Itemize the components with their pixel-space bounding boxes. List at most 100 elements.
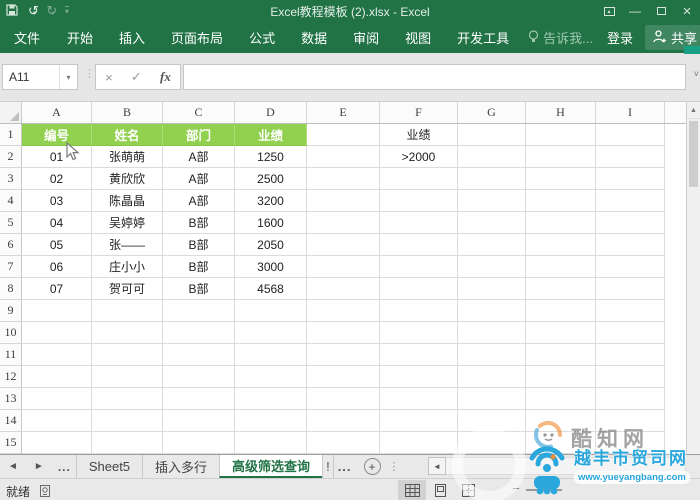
cell-D12[interactable] [235,366,307,388]
cell-E5[interactable] [307,212,380,234]
cell-G11[interactable] [458,344,526,366]
formula-bar-expand-icon[interactable]: ˅ [694,69,699,79]
tab-page-layout[interactable]: 页面布局 [158,23,236,52]
cell-D10[interactable] [235,322,307,344]
cell-A8[interactable]: 07 [22,278,92,300]
cell-B13[interactable] [92,388,163,410]
cell-I12[interactable] [596,366,665,388]
cell-H1[interactable] [526,124,596,146]
cell-H10[interactable] [526,322,596,344]
page-layout-view-icon[interactable] [426,480,454,500]
cell-B9[interactable] [92,300,163,322]
cell-E2[interactable] [307,146,380,168]
close-button[interactable]: × [674,0,700,22]
tab-data[interactable]: 数据 [288,23,340,52]
cell-A14[interactable] [22,410,92,432]
zoom-slider[interactable] [526,489,562,491]
cell-A7[interactable]: 06 [22,256,92,278]
cell-A4[interactable]: 03 [22,190,92,212]
cell-E11[interactable] [307,344,380,366]
tab-formulas[interactable]: 公式 [236,23,288,52]
sheet-tab-insert-rows[interactable]: 插入多行 [142,455,221,478]
cell-H11[interactable] [526,344,596,366]
sheet-list-more[interactable]: ... [52,455,77,478]
cell-F15[interactable] [380,432,458,454]
row-header-11[interactable]: 11 [0,344,22,366]
sign-in-button[interactable]: 登录 [607,28,633,47]
cell-A6[interactable]: 05 [22,234,92,256]
cell-H7[interactable] [526,256,596,278]
cell-B6[interactable]: 张—— [92,234,163,256]
cell-D13[interactable] [235,388,307,410]
cell-I14[interactable] [596,410,665,432]
cell-E3[interactable] [307,168,380,190]
vertical-scrollbar[interactable]: ▲ [686,102,700,454]
cell-D4[interactable]: 3200 [235,190,307,212]
select-all-corner[interactable] [0,102,22,123]
cell-G6[interactable] [458,234,526,256]
tell-me-box[interactable]: 告诉我... [528,28,593,47]
cell-A12[interactable] [22,366,92,388]
tab-insert[interactable]: 插入 [106,23,158,52]
cell-B10[interactable] [92,322,163,344]
cell-C15[interactable] [163,432,235,454]
column-header-B[interactable]: B [92,102,163,123]
cell-G15[interactable] [458,432,526,454]
cell-D5[interactable]: 1600 [235,212,307,234]
cell-I9[interactable] [596,300,665,322]
cell-C4[interactable]: A部 [163,190,235,212]
cell-E12[interactable] [307,366,380,388]
scroll-up-icon[interactable]: ▲ [687,102,700,119]
cell-A1[interactable]: 编号 [22,124,92,146]
cell-I5[interactable] [596,212,665,234]
cell-A15[interactable] [22,432,92,454]
cell-D3[interactable]: 2500 [235,168,307,190]
cell-H6[interactable] [526,234,596,256]
column-header-E[interactable]: E [307,102,380,123]
row-header-12[interactable]: 12 [0,366,22,388]
cell-C10[interactable] [163,322,235,344]
undo-button[interactable]: ↺▾ [28,4,39,18]
sheet-tabs-overflow[interactable]: ... [334,455,356,478]
cell-F10[interactable] [380,322,458,344]
cell-F4[interactable] [380,190,458,212]
cell-C5[interactable]: B部 [163,212,235,234]
cell-F1[interactable]: 业绩 [380,124,458,146]
cell-B4[interactable]: 陈晶晶 [92,190,163,212]
cell-E8[interactable] [307,278,380,300]
formula-input[interactable] [183,64,686,90]
cell-E10[interactable] [307,322,380,344]
cell-F2[interactable]: >2000 [380,146,458,168]
cell-D15[interactable] [235,432,307,454]
cell-B2[interactable]: 张萌萌 [92,146,163,168]
cell-I2[interactable] [596,146,665,168]
normal-view-icon[interactable] [398,480,426,500]
cell-G1[interactable] [458,124,526,146]
cell-E14[interactable] [307,410,380,432]
cell-B5[interactable]: 吴婷婷 [92,212,163,234]
redo-button[interactable]: ↻▾ [46,4,57,18]
cell-B15[interactable] [92,432,163,454]
cell-F13[interactable] [380,388,458,410]
cell-G7[interactable] [458,256,526,278]
cell-E7[interactable] [307,256,380,278]
vertical-scroll-thumb[interactable] [689,121,698,187]
cell-I11[interactable] [596,344,665,366]
row-header-6[interactable]: 6 [0,234,22,256]
insert-function-icon[interactable]: fx [160,69,171,85]
row-header-5[interactable]: 5 [0,212,22,234]
row-header-4[interactable]: 4 [0,190,22,212]
cell-A3[interactable]: 02 [22,168,92,190]
cell-D6[interactable]: 2050 [235,234,307,256]
sheet-prev-icon[interactable]: ◄ [0,455,26,478]
cell-D11[interactable] [235,344,307,366]
sheet-tab-partial[interactable]: ! [322,455,334,478]
cell-E1[interactable] [307,124,380,146]
tab-file[interactable]: 文件 [0,23,54,52]
tab-home[interactable]: 开始 [54,23,106,52]
row-header-1[interactable]: 1 [0,124,22,146]
cell-F12[interactable] [380,366,458,388]
customize-qat-icon[interactable]: ▾ [64,6,69,16]
enter-icon[interactable]: ✓ [131,69,142,85]
cell-C12[interactable] [163,366,235,388]
